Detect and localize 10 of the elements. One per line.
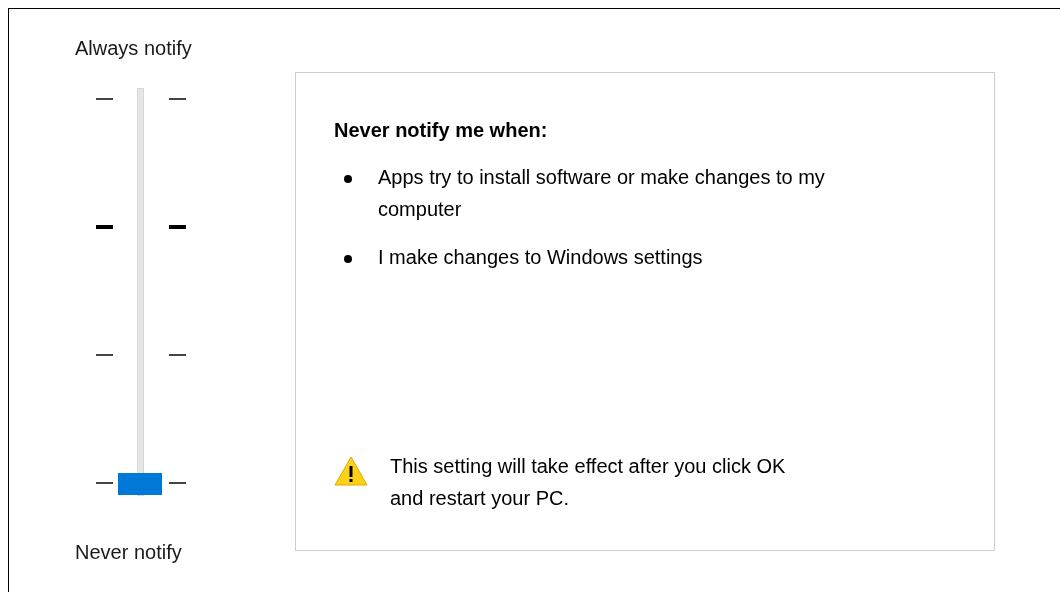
warning-text: This setting will take effect after you click OK and restart your PC. <box>390 454 787 511</box>
slider-label: Never notify <box>75 540 183 564</box>
description-heading: Never notify me when: <box>334 118 549 143</box>
warning-icon <box>334 456 368 486</box>
bullet-icon <box>344 255 352 263</box>
bullet-text: I make changes to Windows settings <box>378 245 704 270</box>
bullet-text: Apps try to install software or make changes to my computer <box>378 165 826 222</box>
slider-thumb[interactable] <box>118 473 162 495</box>
slider-label: Always notify <box>75 36 193 60</box>
bullet-icon <box>344 175 352 183</box>
